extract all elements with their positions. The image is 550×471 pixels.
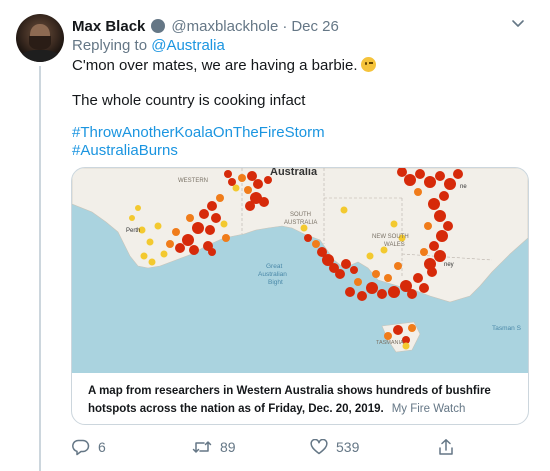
- avatar-shirt: [20, 50, 60, 62]
- author-name[interactable]: Max Black: [72, 18, 145, 35]
- retweet-icon: [192, 441, 212, 453]
- tweet-header: Max Black @maxblackhole · Dec 26: [72, 16, 339, 36]
- share-button[interactable]: [438, 437, 454, 457]
- share-icon: [439, 439, 453, 455]
- tweet-line-2: The whole country is cooking infact: [72, 92, 306, 109]
- reply-icon: [72, 439, 90, 456]
- retweet-count: 89: [220, 439, 236, 455]
- card-source: My Fire Watch: [391, 403, 466, 415]
- map-label-tasmania: TASMANIA: [376, 340, 404, 346]
- map-label-new-south: NEW SOUTH: [372, 234, 409, 240]
- map-label-western: WESTERN: [178, 178, 208, 184]
- map-label-perth: Perth: [126, 228, 140, 234]
- separator-dot: ·: [282, 17, 288, 35]
- map-label-great: Great: [266, 263, 282, 270]
- tweet-line-1: C'mon over mates, we are having a barbie…: [72, 57, 358, 74]
- map-label-tasman: Tasman S: [492, 325, 522, 332]
- hashtag-link-2[interactable]: #AustraliaBurns: [72, 142, 178, 160]
- map-label-bight: Bight: [268, 279, 283, 286]
- link-card[interactable]: Australia WESTERN SOUTH AUSTRALIA NEW SO…: [71, 167, 529, 425]
- reply-count: 6: [98, 439, 106, 455]
- replying-to-handle[interactable]: @Australia: [151, 37, 225, 54]
- card-caption: A map from researchers in Western Austra…: [88, 382, 518, 418]
- chevron-down-icon[interactable]: [511, 18, 525, 30]
- tweet-text-line-1: C'mon over mates, we are having a barbie…: [72, 57, 376, 75]
- avatar-beard: [29, 36, 51, 50]
- like-count: 539: [336, 439, 360, 455]
- map-label-wales: WALES: [384, 242, 405, 248]
- winking-face-emoji-icon: [360, 57, 376, 72]
- avatar[interactable]: [16, 14, 64, 62]
- badge-icon: [151, 19, 166, 33]
- fire-map-image: Australia WESTERN SOUTH AUSTRALIA NEW SO…: [72, 168, 528, 373]
- reply-button[interactable]: 6: [72, 437, 106, 457]
- thread-line: [39, 66, 41, 471]
- map-label-brisbane: ne: [460, 184, 467, 190]
- replying-to: Replying to @Australia: [72, 37, 225, 54]
- map-label-south-australia: AUSTRALIA: [284, 220, 317, 226]
- retweet-button[interactable]: 89: [192, 437, 236, 457]
- replying-to-label: Replying to: [72, 37, 148, 54]
- map-label-australia: Australia: [270, 168, 318, 178]
- hashtag-link-1[interactable]: #ThrowAnotherKoalaOnTheFireStorm: [72, 124, 325, 142]
- heart-icon: [310, 439, 328, 455]
- tweet-date[interactable]: Dec 26: [291, 18, 339, 35]
- map-label-south: SOUTH: [290, 212, 311, 218]
- map-label-australian: Australian: [258, 271, 287, 278]
- author-handle[interactable]: @maxblackhole: [171, 18, 278, 35]
- tweet-actions: 6 89 539: [72, 437, 472, 457]
- like-button[interactable]: 539: [310, 437, 359, 457]
- map-label-sydney: ney: [444, 262, 454, 268]
